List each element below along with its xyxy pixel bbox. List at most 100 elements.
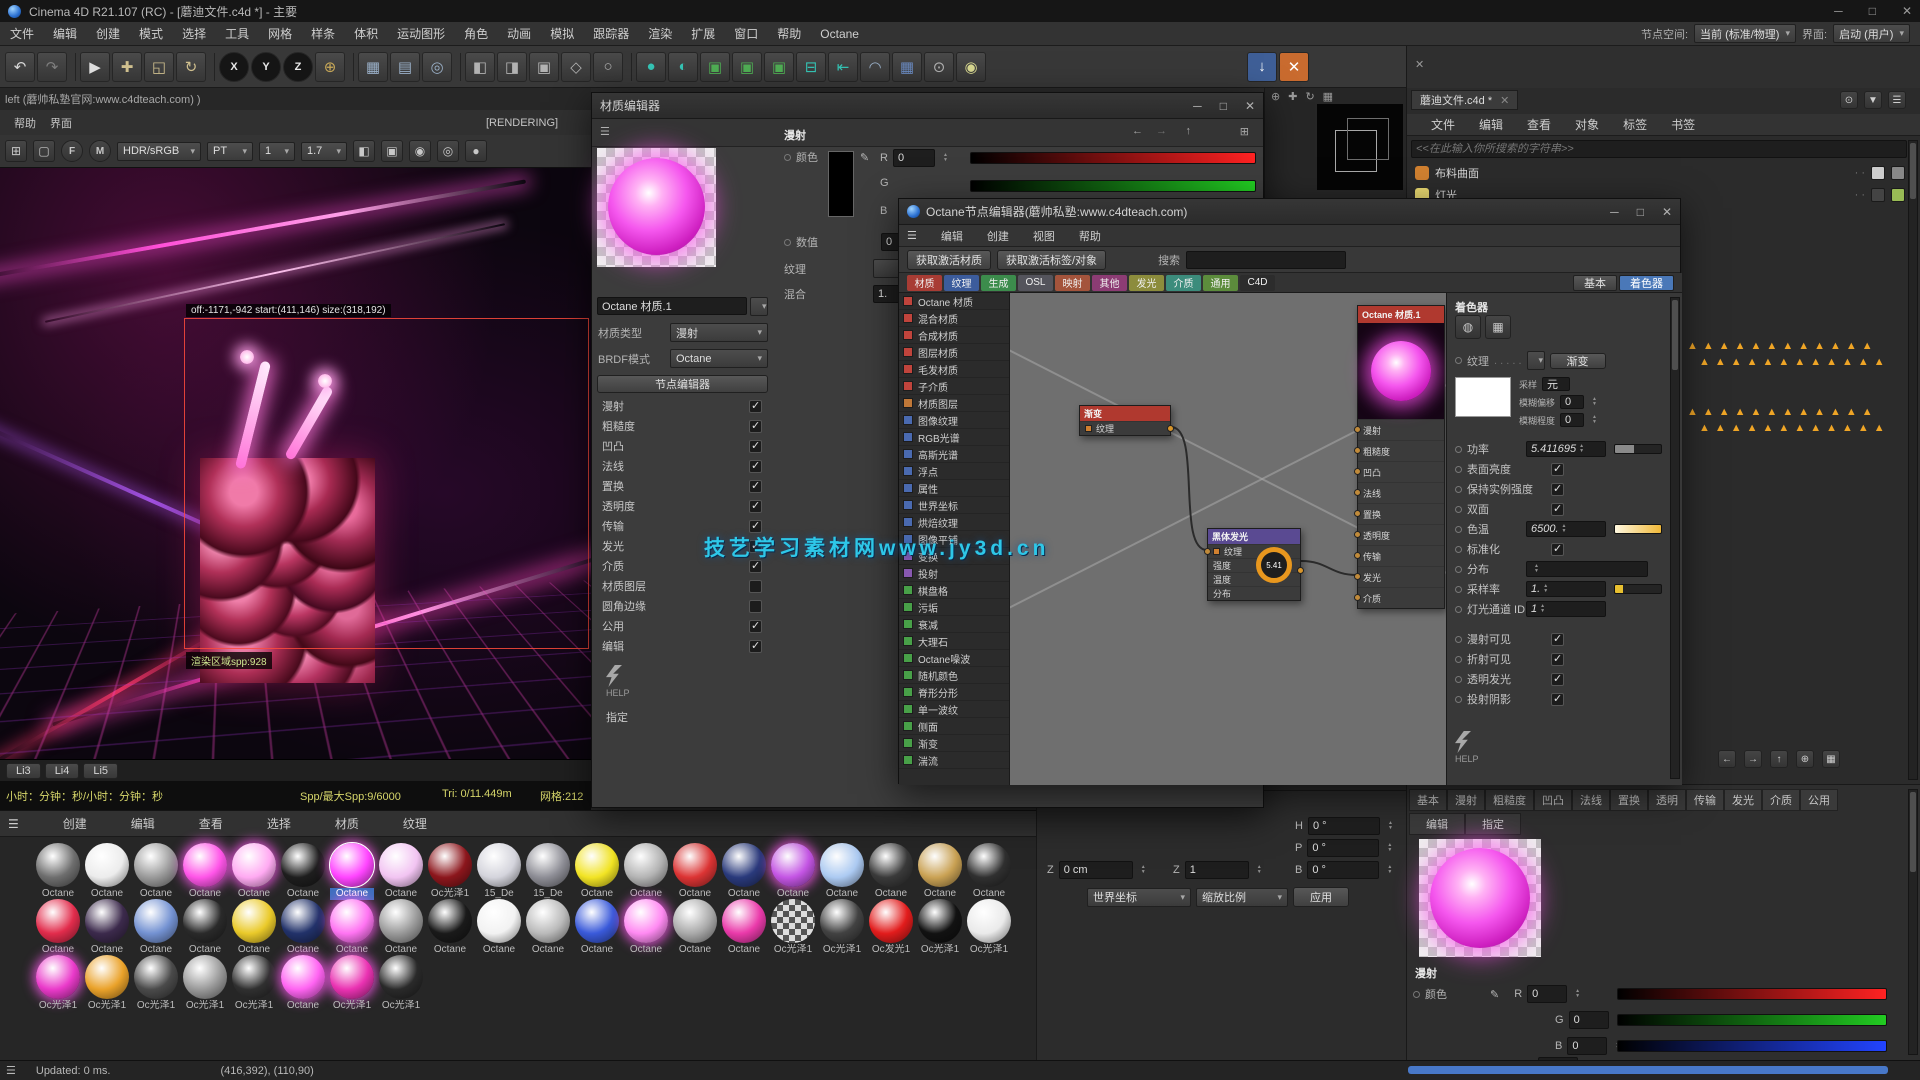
status-menu-icon[interactable]: ☰ bbox=[6, 1064, 16, 1077]
spinner[interactable] bbox=[1540, 604, 1545, 614]
object-manager-menu-item[interactable]: 查看 bbox=[1515, 116, 1551, 133]
samples-dropdown[interactable]: 1 bbox=[259, 142, 295, 161]
menu-item[interactable]: 窗口 bbox=[734, 25, 758, 42]
input-socket[interactable] bbox=[1354, 489, 1361, 496]
gradient-shader-button[interactable]: 渐变 bbox=[1550, 353, 1606, 369]
attribute-slider[interactable] bbox=[1614, 444, 1662, 454]
color-g-field[interactable]: 0 bbox=[1569, 1011, 1609, 1029]
get-active-material-button[interactable]: 获取激活材质 bbox=[907, 250, 991, 270]
document-tab[interactable]: 蘑迪文件.c4d * ✕ bbox=[1411, 90, 1518, 110]
node-type-item[interactable]: 合成材质 bbox=[899, 327, 1009, 344]
minimize-button[interactable]: ─ bbox=[1193, 99, 1202, 113]
input-socket[interactable] bbox=[1354, 552, 1361, 559]
node-category-tab[interactable]: 生成 bbox=[981, 275, 1016, 291]
node-type-item[interactable]: 烘焙纹理 bbox=[899, 514, 1009, 531]
grid-icon[interactable]: ▦ bbox=[1323, 90, 1333, 103]
attribute-row[interactable]: 功率 5.411695 bbox=[1447, 439, 1675, 459]
object-manager-menu-item[interactable]: 文件 bbox=[1419, 116, 1455, 133]
channel-row[interactable]: 圆角边缘 bbox=[592, 596, 772, 616]
channel-row[interactable]: 置换 bbox=[592, 476, 772, 496]
material-name-dropdown[interactable] bbox=[750, 297, 768, 316]
input-socket[interactable] bbox=[1354, 447, 1361, 454]
octane-restart-icon[interactable]: ◐ bbox=[668, 52, 698, 82]
attribute-row[interactable]: 色温 6500. bbox=[1447, 519, 1675, 539]
format-dropdown[interactable]: HDR/sRGB bbox=[117, 142, 201, 161]
move-tool-icon[interactable]: ✚ bbox=[112, 52, 142, 82]
attribute-tab[interactable]: 公用 bbox=[1800, 789, 1838, 811]
material-thumbnail[interactable]: Oc光泽1 bbox=[918, 899, 962, 956]
temperature-knob[interactable]: 5.41 bbox=[1256, 547, 1292, 583]
channel-row[interactable]: 材质图层 bbox=[592, 576, 772, 596]
menu-item[interactable]: 角色 bbox=[464, 25, 488, 42]
material-thumbnail[interactable]: Oc光泽1 bbox=[183, 955, 227, 1012]
attribute-tab[interactable]: 基本 bbox=[1409, 789, 1447, 811]
input-socket[interactable] bbox=[1354, 531, 1361, 538]
material-thumbnail[interactable]: Octane bbox=[722, 899, 766, 956]
channel-checkbox[interactable] bbox=[749, 460, 762, 473]
material-editor-titlebar[interactable]: 材质编辑器 ─ □ ✕ bbox=[592, 93, 1263, 119]
move-icon[interactable]: ✚ bbox=[1288, 90, 1297, 103]
aperture-icon[interactable]: ◎ bbox=[437, 140, 459, 162]
rotation-h-field[interactable]: 0 ° bbox=[1308, 817, 1380, 835]
anim-dot[interactable] bbox=[1455, 656, 1462, 663]
node-type-item[interactable]: 棋盘格 bbox=[899, 582, 1009, 599]
attribute-tab[interactable]: 透明 bbox=[1648, 789, 1686, 811]
attr-shader-tab[interactable]: 着色器 bbox=[1619, 275, 1674, 291]
spinner[interactable] bbox=[943, 153, 948, 163]
octane-camera-icon[interactable]: ⇤ bbox=[828, 52, 858, 82]
liveviewer-menu-item[interactable]: 帮助 bbox=[14, 115, 36, 131]
anim-dot[interactable] bbox=[1455, 506, 1462, 513]
attr-panel-scrollbar[interactable] bbox=[1670, 297, 1680, 779]
points-mode-icon[interactable]: ○ bbox=[593, 52, 623, 82]
gear-icon[interactable]: ⊙ bbox=[924, 52, 954, 82]
material-thumbnail[interactable]: Octane bbox=[477, 899, 521, 956]
menu-item[interactable]: 体积 bbox=[354, 25, 378, 42]
attribute-row[interactable]: 投射阴影 bbox=[1447, 689, 1675, 709]
material-thumbnail[interactable]: Oc发光1 bbox=[869, 899, 913, 956]
node-category-tab[interactable]: 其他 bbox=[1092, 275, 1127, 291]
node-category-tab[interactable]: 介质 bbox=[1166, 275, 1201, 291]
attribute-checkbox[interactable] bbox=[1551, 503, 1564, 516]
channel-checkbox[interactable] bbox=[749, 480, 762, 493]
blur-amount-field[interactable]: 0 bbox=[1560, 413, 1584, 427]
material-node-row[interactable]: 粗糙度 bbox=[1358, 440, 1444, 461]
material-thumbnail[interactable]: Octane bbox=[820, 843, 864, 900]
node-type-item[interactable]: 毛发材质 bbox=[899, 361, 1009, 378]
node-type-item[interactable]: 污垢 bbox=[899, 599, 1009, 616]
channel-row[interactable]: 凹凸 bbox=[592, 436, 772, 456]
spinner[interactable] bbox=[1387, 865, 1392, 875]
color-r-slider[interactable] bbox=[970, 152, 1256, 164]
node-type-item[interactable]: 衰减 bbox=[899, 616, 1009, 633]
attribute-checkbox[interactable] bbox=[1551, 633, 1564, 646]
material-thumbnail[interactable]: Octane bbox=[281, 843, 325, 900]
liveviewer-tab[interactable]: Li4 bbox=[45, 763, 80, 779]
menu-item[interactable]: 编辑 bbox=[53, 25, 77, 42]
object-tag-icon[interactable] bbox=[1871, 166, 1885, 180]
attribute-mode-tab[interactable]: 指定 bbox=[1465, 813, 1521, 835]
spinner[interactable] bbox=[1575, 989, 1580, 999]
node-type-item[interactable]: 图像纹理 bbox=[899, 412, 1009, 429]
anim-dot[interactable] bbox=[1455, 636, 1462, 643]
hamburger-icon[interactable]: ☰ bbox=[600, 125, 610, 138]
anim-dot[interactable] bbox=[1455, 466, 1462, 473]
object-manager-menu-item[interactable]: 标签 bbox=[1611, 116, 1647, 133]
material-thumbnail[interactable]: Octane bbox=[281, 955, 325, 1012]
object-search-input[interactable] bbox=[1411, 140, 1907, 158]
material-picker-button[interactable]: M bbox=[89, 140, 111, 162]
node-search-input[interactable] bbox=[1186, 251, 1346, 269]
anim-dot[interactable] bbox=[1455, 546, 1462, 553]
node-category-tab[interactable]: 材质 bbox=[907, 275, 942, 291]
material-thumbnail[interactable]: Oc光泽1 bbox=[379, 955, 423, 1012]
material-thumbnail[interactable]: Oc光泽1 bbox=[232, 955, 276, 1012]
position-z-field[interactable]: 0 cm bbox=[1059, 861, 1133, 879]
anim-dot[interactable] bbox=[1455, 486, 1462, 493]
close-button[interactable]: ✕ bbox=[1245, 99, 1255, 113]
material-node-row[interactable]: 漫射 bbox=[1358, 419, 1444, 440]
mini-viewport[interactable] bbox=[1317, 104, 1403, 190]
object-manager-menu-item[interactable]: 书签 bbox=[1659, 116, 1695, 133]
node-type-item[interactable]: 混合材质 bbox=[899, 310, 1009, 327]
node-type-item[interactable]: 侧面 bbox=[899, 718, 1009, 735]
object-manager-menu-item[interactable]: 对象 bbox=[1563, 116, 1599, 133]
horizontal-scrollbar-thumb[interactable] bbox=[1408, 1066, 1888, 1074]
diffuse-section-header[interactable]: 漫射 bbox=[1415, 965, 1437, 981]
